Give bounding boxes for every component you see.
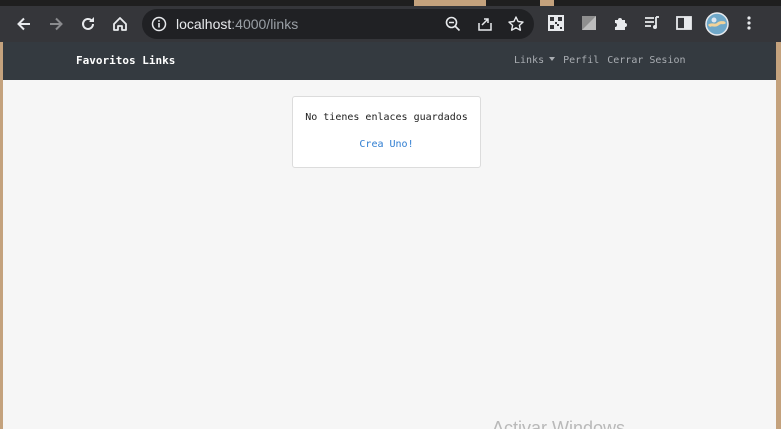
url-text: localhost:4000/links (176, 16, 298, 32)
navbar-brand[interactable]: Favoritos Links (76, 54, 175, 67)
logout-link[interactable]: Cerrar Sesion (607, 55, 685, 66)
info-icon[interactable] (151, 16, 167, 37)
star-icon[interactable] (507, 15, 525, 33)
empty-links-card: No tienes enlaces guardados Crea Uno! (292, 96, 481, 168)
media-icon[interactable] (643, 14, 663, 34)
back-icon[interactable] (11, 11, 37, 37)
forward-icon[interactable] (43, 11, 69, 37)
zoom-icon[interactable] (444, 15, 462, 33)
page-content: No tienes enlaces guardados Crea Uno! (3, 80, 776, 429)
puzzle-icon[interactable] (612, 14, 632, 34)
reload-icon[interactable] (75, 11, 101, 37)
caret-down-icon (549, 57, 556, 61)
sidepanel-icon[interactable] (675, 14, 695, 34)
links-dropdown[interactable]: Links (514, 55, 556, 66)
navbar-links: Links Perfil Cerrar Sesion (514, 55, 694, 66)
empty-message: No tienes enlaces guardados (305, 112, 468, 123)
url-path: :4000/links (231, 16, 299, 32)
links-dropdown-label: Links (514, 55, 545, 66)
home-icon[interactable] (107, 11, 133, 37)
browser-toolbar: localhost:4000/links (0, 6, 781, 42)
extension-icon[interactable] (580, 14, 600, 34)
profile-link[interactable]: Perfil (563, 55, 599, 66)
menu-icon[interactable] (740, 14, 760, 34)
qr-icon[interactable] (547, 14, 567, 34)
url-host: localhost (176, 16, 232, 32)
site-navbar: Favoritos Links Links Perfil Cerrar Sesi… (3, 42, 776, 80)
create-link[interactable]: Crea Uno! (293, 139, 480, 150)
avatar[interactable] (705, 12, 729, 36)
address-bar[interactable]: localhost:4000/links (142, 9, 534, 39)
windows-activation-watermark: Activar Windows (492, 418, 626, 429)
share-icon[interactable] (476, 15, 494, 33)
